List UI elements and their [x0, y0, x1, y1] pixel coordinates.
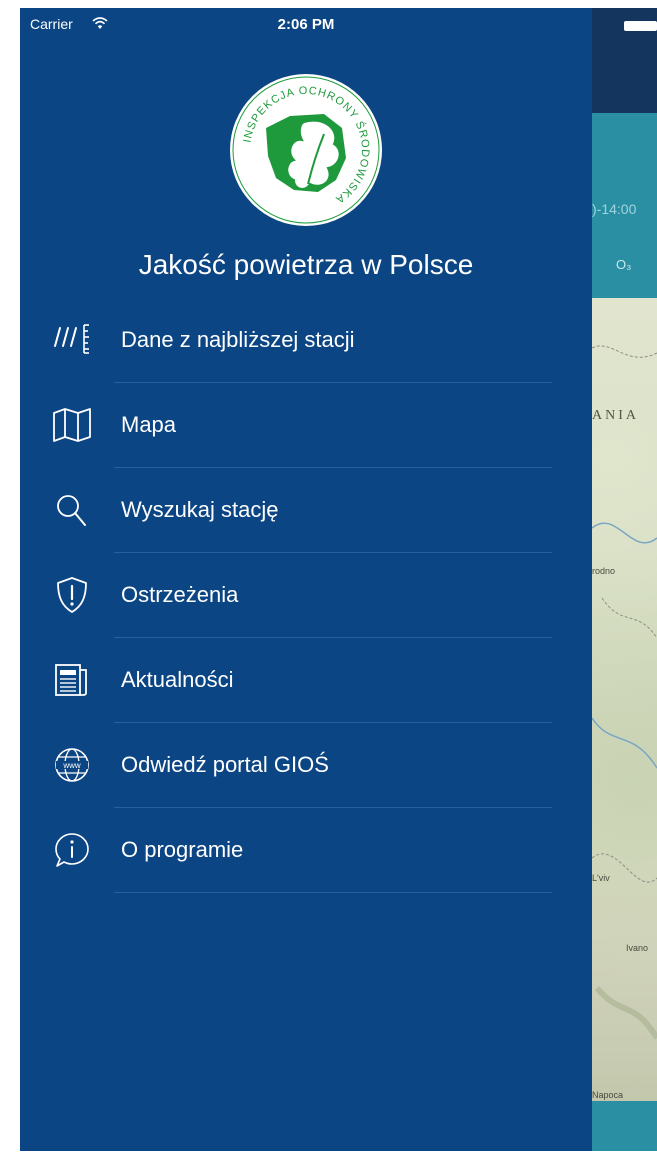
search-icon [57, 495, 86, 526]
map-label: Napoca [592, 1090, 624, 1100]
menu-item-visit-portal[interactable]: www Odwiedź portal GIOŚ [20, 723, 592, 808]
station-data-icon [54, 324, 89, 354]
menu-label: Ostrzeżenia [121, 582, 239, 607]
menu-label: Odwiedź portal GIOŚ [121, 752, 329, 777]
gios-logo-icon: INSPEKCJA OCHRONY ŚRODOWISKA [230, 74, 382, 226]
menu-label: Mapa [121, 412, 177, 437]
phone-screen: )-14:00 O₃ ANIA rodno L'viv Ivano Napoca… [20, 8, 657, 1151]
menu-label: O programie [121, 837, 244, 862]
menu-item-warnings[interactable]: Ostrzeżenia [20, 553, 592, 638]
warning-shield-icon [57, 577, 87, 613]
map-icon [53, 408, 91, 442]
app-title: Jakość powietrza w Polsce [138, 249, 474, 280]
menu-item-search-station[interactable]: Wyszukaj stację [20, 468, 592, 553]
background-view[interactable]: )-14:00 O₃ ANIA rodno L'viv Ivano Napoca [592, 8, 657, 1151]
menu-item-news[interactable]: Aktualności [20, 638, 592, 723]
measurement-time: )-14:00 [592, 201, 637, 217]
battery-icon [624, 21, 657, 31]
menu-label: Wyszukaj stację [121, 497, 279, 522]
menu-label: Aktualności [121, 667, 234, 692]
menu-label: Dane z najbliższej stacji [121, 327, 355, 352]
map-label: ANIA [592, 408, 639, 423]
background-bottom-bar [592, 1101, 657, 1151]
svg-text:www: www [62, 761, 81, 770]
drawer-menu: Dane z najbliższej stacji Mapa Wyszukaj … [20, 298, 592, 893]
side-drawer: Carrier 2:06 PM INSPEKCJA OCHRONY ŚRODOW… [20, 8, 592, 1151]
menu-item-about[interactable]: O programie [20, 808, 592, 893]
map-view[interactable]: ANIA rodno L'viv Ivano Napoca [592, 298, 657, 1101]
globe-www-icon: www [55, 748, 89, 782]
news-icon [55, 664, 87, 696]
map-label: rodno [592, 566, 616, 576]
info-icon [55, 833, 89, 867]
menu-item-map[interactable]: Mapa [20, 383, 592, 468]
status-time: 2:06 PM [277, 16, 335, 33]
map-label: L'viv [592, 873, 610, 883]
map-label: Ivano [626, 943, 649, 953]
pollutant-tab-o3[interactable]: O₃ [616, 257, 631, 272]
menu-separator [114, 892, 552, 893]
menu-item-station-data[interactable]: Dane z najbliższej stacji [20, 298, 592, 383]
